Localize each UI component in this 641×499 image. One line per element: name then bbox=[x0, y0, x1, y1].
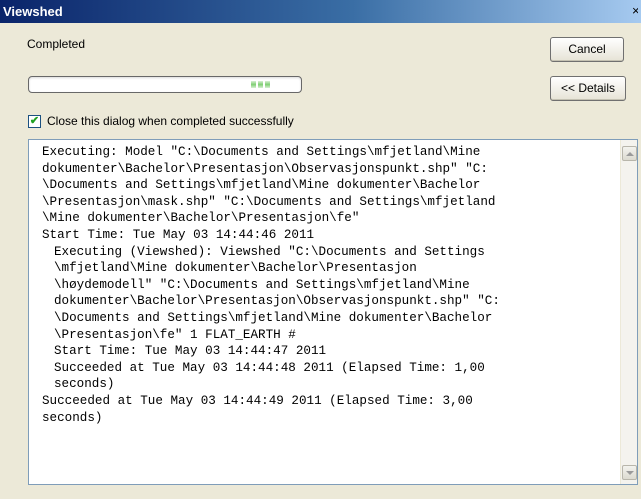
scroll-down-button[interactable] bbox=[622, 465, 637, 480]
progress-bar bbox=[28, 76, 302, 93]
log-line: seconds) bbox=[54, 377, 115, 392]
window-title: Viewshed bbox=[3, 4, 63, 19]
log-textbox[interactable]: Executing: Model "C:\Documents and Setti… bbox=[28, 139, 638, 485]
arrow-down-icon bbox=[625, 470, 634, 475]
log-line: dokumenter\Bachelor\Presentasjon\Observa… bbox=[42, 161, 488, 176]
log-text: Executing: Model "C:\Documents and Setti… bbox=[42, 144, 612, 426]
log-line: \Documents and Settings\mfjetland\Mine d… bbox=[42, 178, 481, 193]
log-line: \høydemodell" "C:\Documents and Settings… bbox=[54, 277, 470, 292]
log-line: dokumenter\Bachelor\Presentasjon\Observa… bbox=[54, 294, 500, 309]
close-icon[interactable]: × bbox=[632, 2, 638, 20]
status-label: Completed bbox=[27, 37, 86, 51]
log-line: \Presentasjon\mask.shp" "C:\Documents an… bbox=[42, 194, 496, 209]
log-line: seconds) bbox=[42, 410, 103, 425]
title-bar: Viewshed × bbox=[0, 0, 641, 23]
log-line: \Documents and Settings\mfjetland\Mine d… bbox=[54, 310, 493, 325]
log-line: Executing (Viewshed): Viewshed "C:\Docum… bbox=[54, 244, 485, 259]
cancel-button[interactable]: Cancel bbox=[550, 37, 624, 62]
log-line: Succeeded at Tue May 03 14:44:49 2011 (E… bbox=[42, 393, 473, 408]
log-line: Start Time: Tue May 03 14:44:47 2011 bbox=[54, 344, 327, 359]
close-when-done-label: Close this dialog when completed success… bbox=[47, 114, 294, 128]
scroll-up-button[interactable] bbox=[622, 146, 637, 161]
log-line: \Mine dokumenter\Bachelor\Presentasjon\f… bbox=[42, 211, 360, 226]
log-line: Start Time: Tue May 03 14:44:46 2011 bbox=[42, 227, 315, 242]
log-line: Executing: Model "C:\Documents and Setti… bbox=[42, 145, 481, 159]
details-button[interactable]: << Details bbox=[550, 76, 626, 101]
log-line: Succeeded at Tue May 03 14:44:48 2011 (E… bbox=[54, 360, 485, 375]
close-when-done-checkbox[interactable]: ✔ bbox=[28, 114, 41, 128]
log-line: \Presentasjon\fe" 1 FLAT_EARTH # bbox=[54, 327, 296, 342]
arrow-up-icon bbox=[625, 151, 634, 156]
vertical-scrollbar[interactable] bbox=[620, 140, 637, 484]
close-when-done-option[interactable]: ✔ Close this dialog when completed succe… bbox=[28, 114, 294, 128]
log-line: \mfjetland\Mine dokumenter\Bachelor\Pres… bbox=[54, 261, 417, 276]
progress-indicator bbox=[251, 81, 270, 88]
